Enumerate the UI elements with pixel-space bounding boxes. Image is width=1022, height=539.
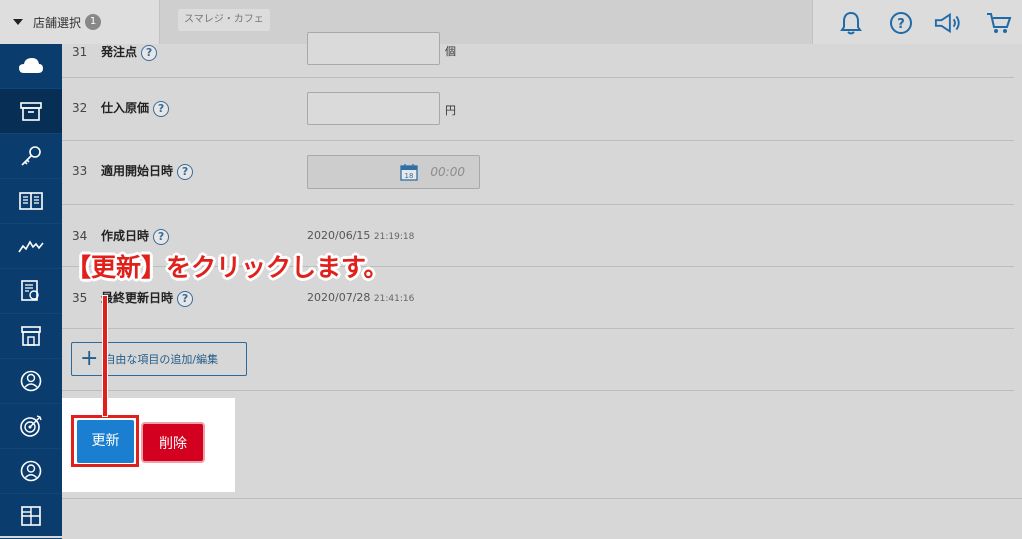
store-select-label: 店舗選択 [33, 15, 82, 30]
row-label: 適用開始日時? [101, 162, 194, 180]
cloud-icon[interactable] [0, 44, 62, 89]
help-icon[interactable]: ? [153, 228, 170, 245]
purchase-cost-input[interactable] [307, 92, 440, 125]
row-number: 34 [72, 229, 88, 243]
row-number: 33 [72, 164, 88, 178]
chart-icon[interactable] [0, 224, 62, 269]
add-custom-item-button[interactable]: + 自由な項目の追加/編集 [71, 342, 247, 376]
updated-at-value: 2020/07/28 21:41:16 [307, 291, 415, 304]
row-label: 最終更新日時? [101, 289, 194, 307]
plus-icon: + [80, 346, 99, 371]
row-label: 発注点? [101, 43, 158, 61]
report-icon[interactable] [0, 269, 62, 314]
key-icon[interactable] [0, 134, 62, 179]
row-number: 35 [72, 291, 88, 305]
person-icon[interactable] [0, 449, 62, 494]
row-label: 作成日時? [101, 227, 170, 245]
help-icon[interactable]: ? [141, 44, 158, 61]
calendar-icon[interactable]: 18 [400, 163, 418, 185]
calendar-day: 18 [405, 172, 414, 180]
apply-start-datetime-input[interactable]: 18 00:00 [307, 155, 480, 189]
row-label: 仕入原価? [101, 99, 170, 117]
divider [62, 390, 1014, 391]
shop-name: スマレジ・カフェ [178, 9, 270, 31]
update-button-highlight [71, 415, 139, 467]
form-row-apply-start: 33 適用開始日時? 18 00:00 [62, 141, 1014, 205]
box-icon[interactable] [0, 89, 62, 134]
divider [62, 498, 1022, 499]
target-icon[interactable] [0, 404, 62, 449]
annotation-text: 【更新】をクリックします。 [66, 253, 389, 282]
delete-button[interactable]: 削除 [141, 422, 205, 463]
form-row-reorder-point: 31 発注点? 個 [62, 32, 1014, 78]
grid-icon[interactable] [0, 494, 62, 539]
created-at-value: 2020/06/15 21:19:18 [307, 229, 415, 242]
sidebar [0, 44, 62, 539]
add-custom-item-label: 自由な項目の追加/編集 [104, 353, 219, 366]
help-icon[interactable]: ? [177, 163, 194, 180]
store-count-badge: 1 [85, 14, 102, 30]
time-placeholder: 00:00 [430, 165, 465, 179]
help-icon[interactable]: ? [153, 100, 170, 117]
row-number: 31 [72, 45, 88, 59]
unit-label: 個 [445, 45, 456, 58]
help-icon[interactable]: ? [177, 290, 194, 307]
reorder-point-input[interactable] [307, 32, 440, 65]
svg-text:?: ? [897, 17, 905, 32]
form-row-purchase-cost: 32 仕入原価? 円 [62, 78, 1014, 141]
caret-down-icon [13, 19, 23, 25]
annotation-pointer-line [103, 296, 107, 416]
row-number: 32 [72, 101, 88, 115]
unit-label: 円 [445, 104, 456, 117]
user-circle-icon[interactable] [0, 359, 62, 404]
book-icon[interactable] [0, 179, 62, 224]
store-icon[interactable] [0, 314, 62, 359]
